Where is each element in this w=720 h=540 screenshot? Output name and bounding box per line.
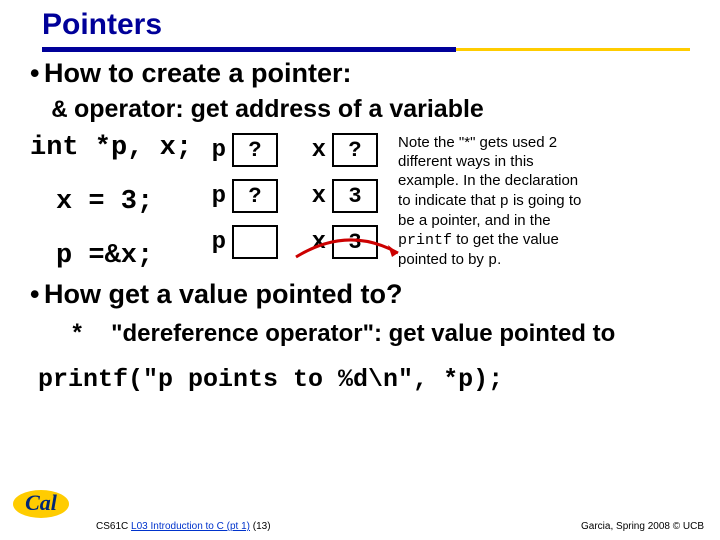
- content-row: int *p, x; x = 3; p =&x; p ? x ? p ? x 3: [30, 133, 690, 271]
- note-b: p: [500, 193, 509, 210]
- side-note: Note the "*" gets used 2 different ways …: [398, 133, 582, 270]
- bullet-create: • How to create a pointer:: [30, 58, 690, 89]
- code-column: int *p, x; x = 3; p =&x;: [30, 133, 192, 271]
- deref-line: * "dereference operator": get value poin…: [70, 320, 690, 349]
- title-rule: [42, 46, 690, 52]
- x-box: ?: [332, 133, 378, 167]
- bullet-get-text: How get a value pointed to?: [44, 279, 403, 310]
- printf-line: printf("p points to %d\n", *p);: [38, 365, 690, 394]
- bullet-dot: •: [30, 58, 44, 89]
- title-block: Pointers: [42, 8, 690, 52]
- body: • How to create a pointer: & operator: g…: [30, 58, 690, 394]
- footer-course: CS61C: [96, 521, 128, 532]
- x-box-value: 3: [348, 230, 361, 255]
- footer-lecture: L03 Introduction to C (pt 1): [131, 521, 250, 532]
- p-label: p: [206, 183, 226, 210]
- svg-text:Cal: Cal: [25, 490, 58, 515]
- p-box: ?: [232, 179, 278, 213]
- diagram-row-3: p x 3: [206, 225, 382, 259]
- title: Pointers: [42, 8, 690, 42]
- bullet-create-text: How to create a pointer:: [44, 58, 352, 89]
- x-label: x: [306, 137, 326, 164]
- amp-symbol: &: [52, 96, 67, 125]
- code-line-2: x = 3;: [30, 187, 192, 217]
- bullet-dot: •: [30, 279, 44, 310]
- star-symbol: *: [70, 322, 84, 349]
- note-d: printf: [398, 232, 452, 249]
- bullet-get: • How get a value pointed to?: [30, 279, 690, 310]
- x-label: x: [306, 183, 326, 210]
- p-box: ?: [232, 133, 278, 167]
- footer-page: (13): [253, 521, 271, 532]
- x-box: 3: [332, 179, 378, 213]
- slide: Pointers • How to create a pointer: & op…: [0, 0, 720, 540]
- code-line-3: p =&x;: [30, 241, 192, 271]
- footer-right: Garcia, Spring 2008 © UCB: [581, 521, 704, 532]
- footer: CS61C L03 Introduction to C (pt 1) (13) …: [0, 521, 720, 532]
- x-label: x: [306, 229, 326, 256]
- cal-logo: Cal: [10, 478, 72, 520]
- note-g: .: [497, 251, 501, 268]
- x-box: 3: [332, 225, 378, 259]
- p-label: p: [206, 229, 226, 256]
- diagram-row-2: p ? x 3: [206, 179, 382, 213]
- amp-text: operator: get address of a variable: [74, 95, 484, 123]
- code-line-1: int *p, x;: [30, 133, 192, 163]
- rule-navy: [42, 47, 456, 52]
- amp-line: & operator: get address of a variable: [52, 95, 690, 125]
- p-label: p: [206, 137, 226, 164]
- diagram-row-1: p ? x ?: [206, 133, 382, 167]
- footer-left: CS61C L03 Introduction to C (pt 1) (13): [96, 521, 271, 532]
- rule-yellow: [456, 48, 690, 51]
- deref-text: "dereference operator": get value pointe…: [111, 320, 615, 347]
- diagram-column: p ? x ? p ? x 3 p x: [206, 133, 382, 259]
- p-box: [232, 225, 278, 259]
- note-f: p: [488, 252, 497, 269]
